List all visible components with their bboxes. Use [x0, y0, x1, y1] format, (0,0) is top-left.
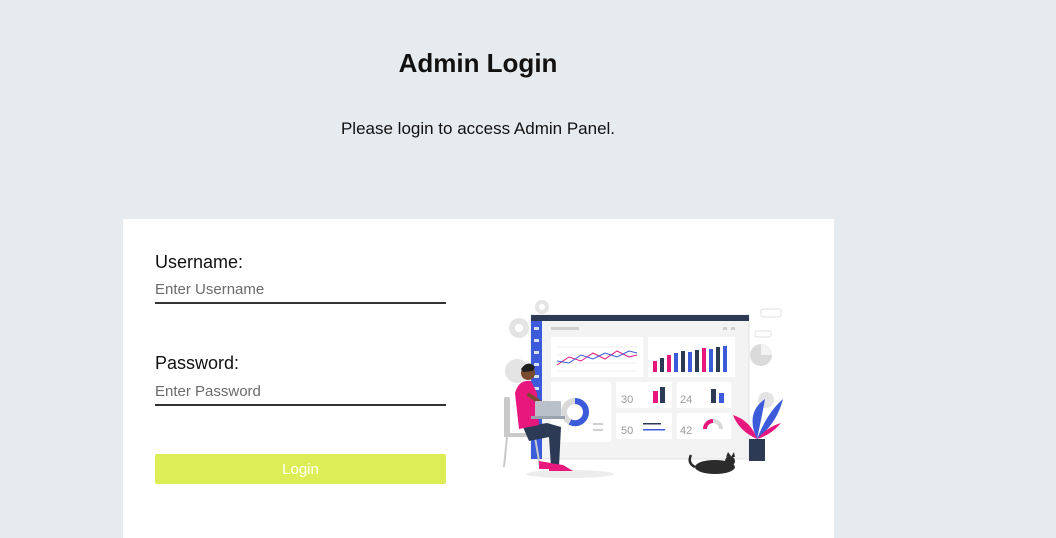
page-subtitle: Please login to access Admin Panel.: [340, 119, 616, 138]
dashboard-monitor: 30 24 50 42: [530, 314, 750, 460]
username-label: Username:: [155, 252, 244, 272]
stat-value: 50: [621, 425, 633, 437]
username-input[interactable]: [155, 276, 446, 304]
dashboard-illustration: 30 24 50 42: [503, 300, 783, 478]
stat-value: 24: [680, 394, 692, 406]
login-button[interactable]: Login: [155, 454, 446, 484]
page-title: Admin Login: [398, 48, 558, 78]
stat-value: 30: [621, 394, 633, 406]
login-card: Username: Password: Login: [123, 219, 834, 538]
password-input[interactable]: [155, 378, 446, 406]
password-label: Password:: [155, 353, 240, 373]
stat-value: 42: [680, 425, 692, 437]
pie-chart-icon: [750, 344, 772, 366]
